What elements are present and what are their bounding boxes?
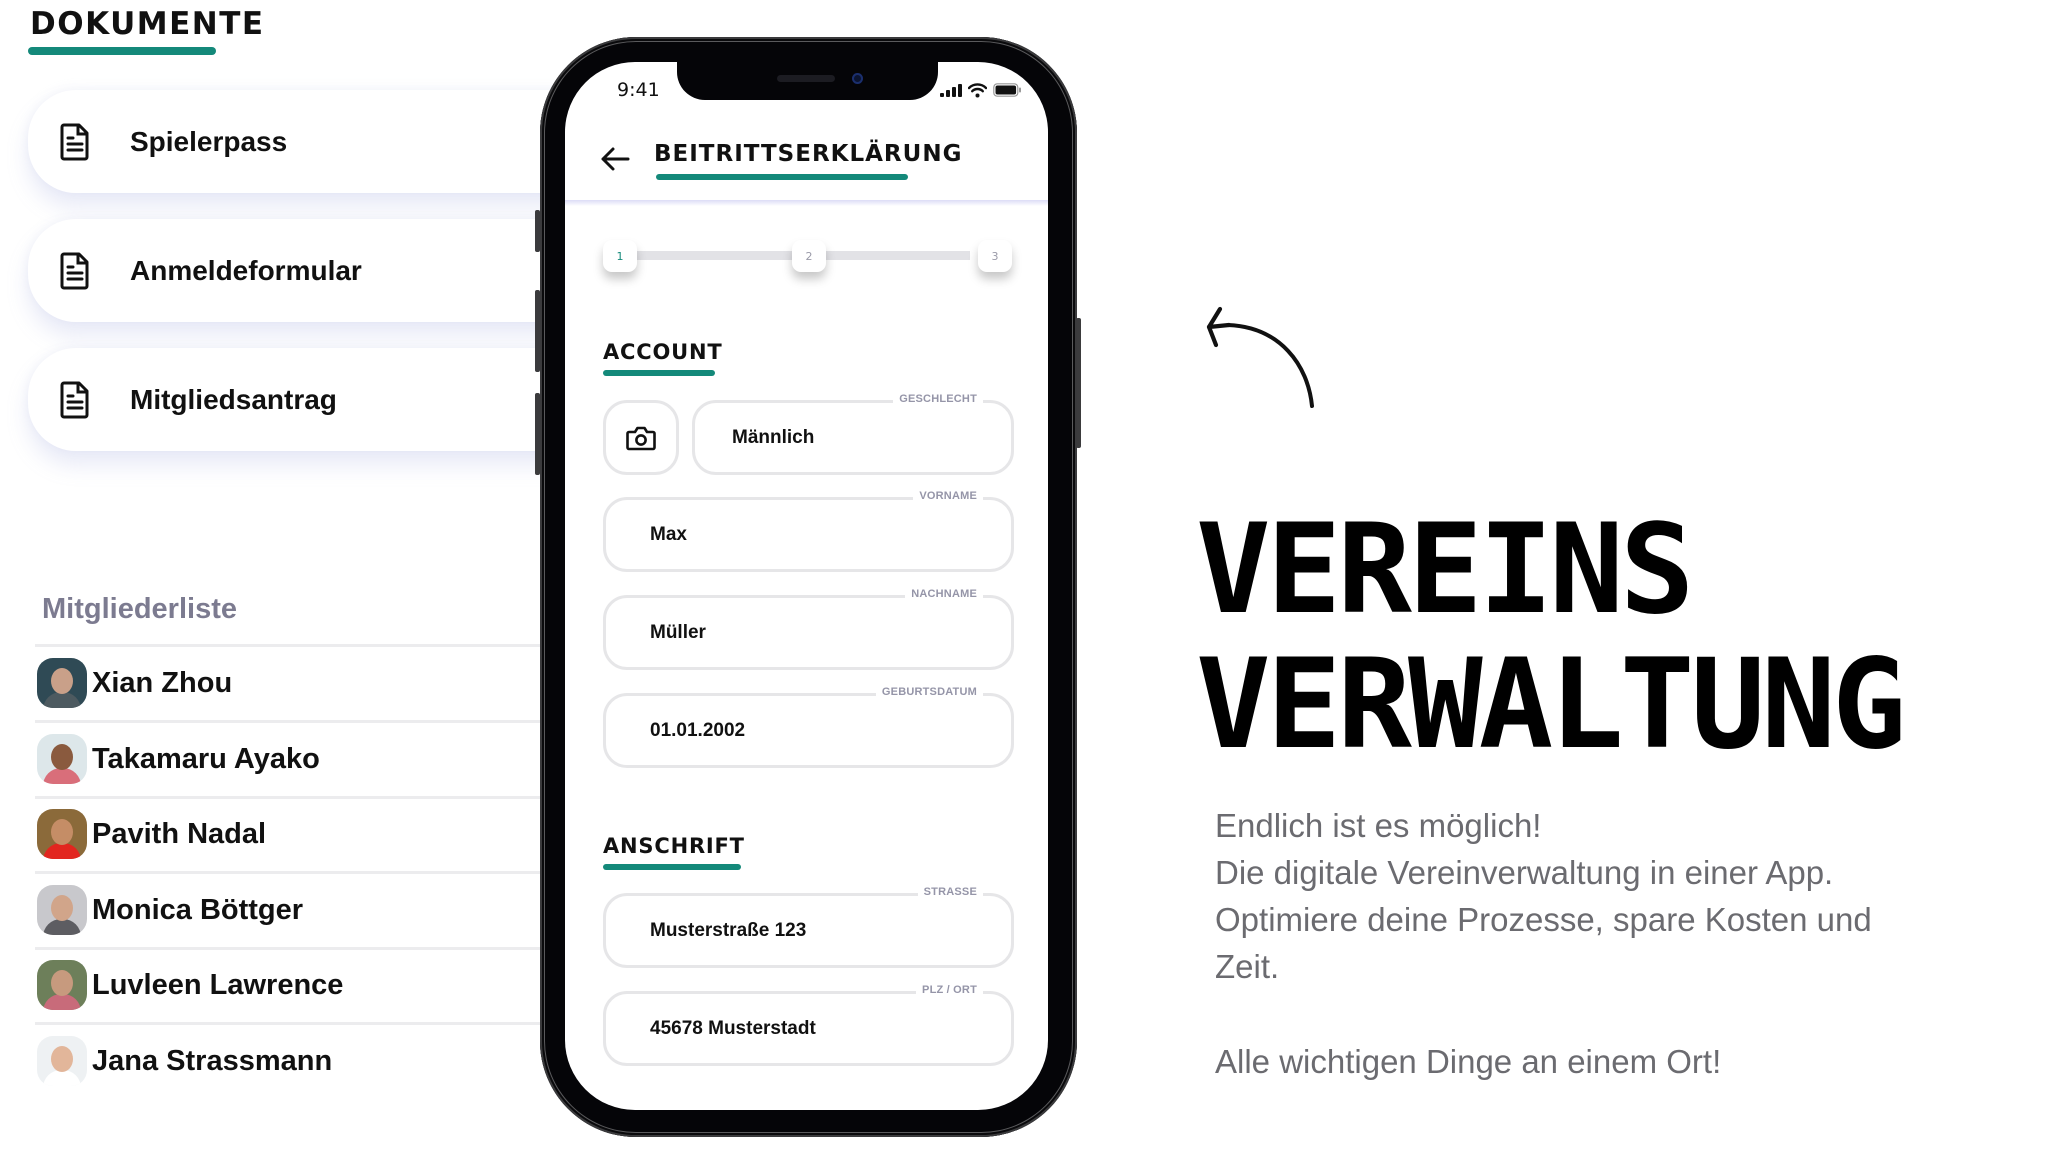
- field-label: PLZ / ORT: [916, 984, 983, 996]
- member-name: Xian Zhou: [92, 666, 233, 699]
- field-label: NACHNAME: [905, 588, 983, 600]
- member-list-item[interactable]: Jana Strassmann: [37, 1036, 537, 1086]
- avatar: [37, 734, 87, 784]
- document-icon: [60, 381, 89, 418]
- field-value: Männlich: [732, 427, 815, 448]
- section-underline: [603, 370, 715, 376]
- field-value: 01.01.2002: [650, 720, 746, 741]
- hero-paragraph-line: Zeit.: [1215, 948, 1280, 985]
- member-name: Luvleen Lawrence: [92, 968, 344, 1001]
- avatar: [37, 1036, 87, 1086]
- section-title-address: ANSCHRIFT: [603, 834, 745, 858]
- wifi-icon: [968, 83, 987, 98]
- document-card-anmeldeformular[interactable]: Anmeldeformular: [28, 219, 588, 322]
- member-list-item[interactable]: Luvleen Lawrence: [37, 960, 537, 1010]
- document-icon: [60, 252, 89, 289]
- first-name-input[interactable]: VORNAME Max: [603, 490, 1014, 572]
- phone-front-camera: [852, 73, 863, 84]
- photo-upload-button[interactable]: [603, 400, 679, 475]
- member-name: Jana Strassmann: [92, 1044, 333, 1077]
- members-title: Mitgliederliste: [42, 593, 237, 625]
- document-card-spielerpass[interactable]: Spielerpass: [28, 90, 588, 193]
- hero-paragraph-line: Die digitale Vereinverwaltung in einer A…: [1215, 854, 1834, 891]
- hero-tagline: Alle wichtigen Dinge an einem Ort!: [1215, 1043, 1722, 1080]
- screen-title-underline: [656, 174, 908, 180]
- hero-title-line2: VERWALTUNG: [1196, 633, 1907, 777]
- document-icon: [60, 123, 89, 160]
- member-list-item[interactable]: Pavith Nadal: [37, 809, 537, 859]
- member-name: Monica Böttger: [92, 893, 304, 926]
- hero-paragraph-line: Endlich ist es möglich!: [1215, 807, 1542, 844]
- document-label: Mitgliedsantrag: [130, 383, 337, 415]
- member-name: Takamaru Ayako: [92, 742, 320, 775]
- step-1[interactable]: 1: [603, 240, 637, 272]
- phone-speaker: [777, 75, 835, 82]
- field-label: GEBURTSDATUM: [875, 686, 983, 698]
- avatar: [37, 658, 87, 708]
- street-input[interactable]: STRASSE Musterstraße 123: [603, 886, 1014, 968]
- document-label: Spielerpass: [130, 125, 288, 157]
- section-title-account: ACCOUNT: [603, 340, 723, 364]
- avatar: [37, 960, 87, 1010]
- field-label: GESCHLECHT: [893, 393, 983, 405]
- divider: [35, 796, 545, 799]
- hero-paragraph-line: Optimiere deine Prozesse, spare Kosten u…: [1215, 901, 1872, 938]
- section-underline: [603, 864, 741, 870]
- divider: [35, 644, 545, 647]
- avatar: [37, 809, 87, 859]
- avatar: [37, 885, 87, 935]
- curved-arrow-icon: [1206, 306, 1314, 408]
- divider: [35, 871, 545, 874]
- header-divider: [565, 200, 1048, 206]
- field-label: VORNAME: [913, 490, 983, 502]
- last-name-input[interactable]: NACHNAME Müller: [603, 588, 1014, 670]
- battery-icon: [993, 83, 1021, 97]
- member-list-item[interactable]: Xian Zhou: [37, 658, 537, 708]
- field-value: Musterstraße 123: [650, 920, 807, 941]
- step-3[interactable]: 3: [978, 240, 1012, 272]
- divider: [35, 720, 545, 723]
- field-value: 45678 Musterstadt: [650, 1018, 816, 1039]
- member-name: Pavith Nadal: [92, 817, 267, 850]
- back-arrow-icon[interactable]: [600, 146, 630, 172]
- signal-icon: [940, 84, 962, 97]
- document-card-mitgliedsantrag[interactable]: Mitgliedsantrag: [28, 348, 588, 451]
- status-time: 9:41: [617, 79, 660, 101]
- step-2[interactable]: 2: [792, 240, 826, 272]
- divider: [35, 947, 545, 950]
- birthdate-input[interactable]: GEBURTSDATUM 01.01.2002: [603, 686, 1014, 768]
- divider: [35, 1022, 545, 1025]
- hero-title-line1: VEREINS: [1196, 498, 1695, 642]
- field-label: STRASSE: [917, 886, 983, 898]
- documents-title: DOKUMENTE: [30, 6, 265, 42]
- field-value: Müller: [650, 622, 706, 643]
- hero-paragraph: Endlich ist es möglich! Die digitale Ver…: [1215, 802, 1872, 990]
- screen-title: BEITRITTSERKLÄRUNG: [654, 141, 963, 167]
- camera-icon: [626, 426, 656, 450]
- field-value: Max: [650, 524, 687, 545]
- gender-select[interactable]: GESCHLECHT Männlich: [692, 393, 1014, 475]
- member-list-item[interactable]: Takamaru Ayako: [37, 734, 537, 784]
- member-list-item[interactable]: Monica Böttger: [37, 885, 537, 935]
- zip-city-input[interactable]: PLZ / ORT 45678 Musterstadt: [603, 984, 1014, 1066]
- document-label: Anmeldeformular: [130, 254, 362, 286]
- documents-title-underline: [28, 47, 216, 55]
